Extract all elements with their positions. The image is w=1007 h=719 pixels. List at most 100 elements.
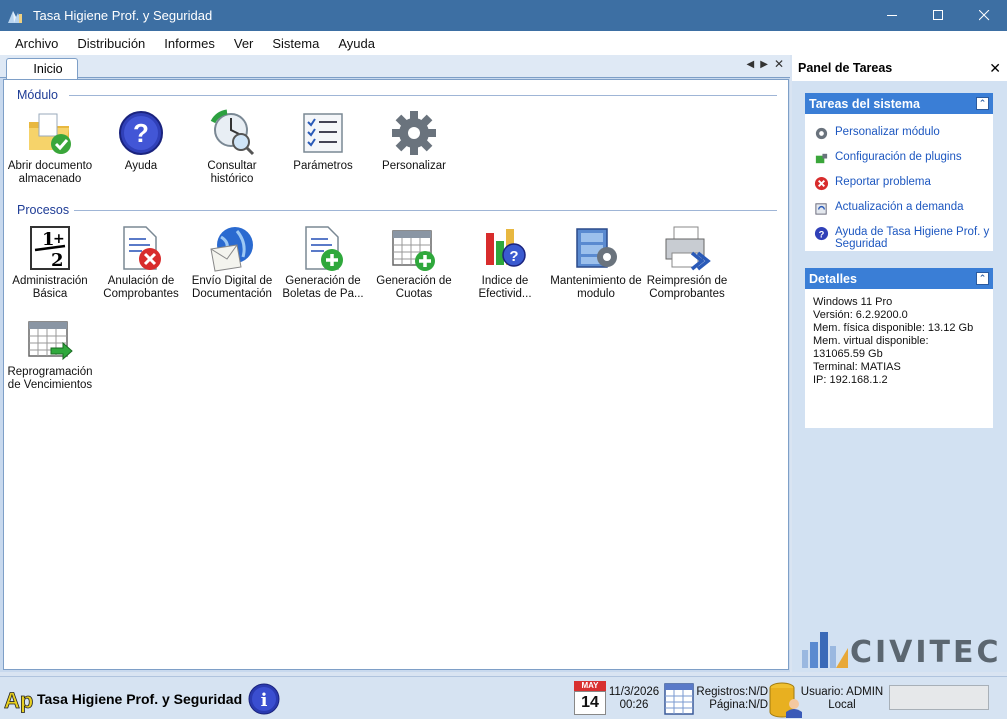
module-item-ayuda[interactable]: ? Ayuda	[95, 108, 187, 173]
close-icon	[978, 10, 989, 21]
status-date: 11/3/2026	[608, 686, 660, 698]
section-procesos-header: Procesos	[17, 203, 70, 217]
api-logo-icon: Api	[4, 688, 34, 714]
calendar-icon: MAY 14	[574, 681, 606, 715]
process-item-generacion-cuotas[interactable]: Generación de Cuotas	[368, 223, 460, 301]
collapse-icon[interactable]: ⌃	[976, 97, 989, 110]
civitec-logo-text: CIVITEC	[850, 635, 1002, 670]
system-tasks-group: Tareas del sistema ⌃ Personalizar módulo…	[805, 93, 993, 251]
task-reportar-problema[interactable]: Reportar problema	[805, 176, 993, 191]
calendar-day: 14	[574, 691, 606, 715]
menu-ayuda[interactable]: Ayuda	[328, 36, 384, 51]
tab-prev-icon[interactable]: ◀	[747, 59, 755, 71]
minimize-button[interactable]	[869, 0, 915, 31]
tab-close-icon[interactable]: ✕	[774, 57, 784, 71]
process-item-generacion-boletas[interactable]: Generación de Boletas de Pa...	[277, 223, 369, 301]
svg-text:+: +	[53, 231, 65, 247]
section-modulo-header: Módulo	[17, 88, 58, 102]
module-item-consultar-historico[interactable]: Consultar histórico	[186, 108, 278, 186]
detail-line: Windows 11 Pro	[813, 296, 893, 308]
collapse-icon[interactable]: ⌃	[976, 272, 989, 285]
calendar-month: MAY	[574, 681, 606, 691]
task-label: Reportar problema	[835, 176, 931, 188]
status-pagina: Página:N/D	[709, 699, 768, 711]
process-item-label: Generación de Cuotas	[376, 275, 452, 300]
status-bar: Api Tasa Higiene Prof. y Seguridad i MAY…	[0, 676, 1007, 719]
process-item-label: Indice de Efectivid...	[478, 275, 532, 300]
system-tasks-title: Tareas del sistema	[809, 96, 920, 111]
system-tasks-header[interactable]: Tareas del sistema ⌃	[805, 93, 993, 114]
detail-line: Mem. virtual disponible:	[813, 335, 929, 347]
task-label: Actualización a demanda	[835, 201, 964, 213]
process-item-reimpresion-comprobantes[interactable]: Reimpresión de Comprobantes	[641, 223, 733, 301]
title-bar: Tasa Higiene Prof. y Seguridad	[0, 0, 1007, 31]
status-user: Usuario: ADMIN Local	[800, 686, 884, 712]
process-item-envio-digital[interactable]: Envío Digital de Documentación	[186, 223, 278, 301]
details-body: Windows 11 Pro Versión: 6.2.9200.0 Mem. …	[805, 289, 993, 394]
close-button[interactable]	[961, 0, 1007, 31]
menu-informes[interactable]: Informes	[154, 36, 224, 51]
process-item-label: Reprogramación de Vencimientos	[7, 366, 93, 391]
svg-text:?: ?	[509, 248, 518, 265]
detail-line: Mem. física disponible: 13.12 Gb	[813, 322, 974, 334]
task-ayuda-tasa[interactable]: ? Ayuda de Tasa Higiene Prof. y Segurida…	[805, 226, 993, 250]
details-group: Detalles ⌃ Windows 11 Pro Versión: 6.2.9…	[805, 268, 993, 428]
process-item-reprogramacion-vencimientos[interactable]: Reprogramación de Vencimientos	[4, 314, 96, 392]
tab-inicio[interactable]: Inicio	[6, 58, 78, 79]
tab-strip: Inicio ◀ ▶ ✕	[0, 55, 790, 79]
status-datetime: 11/3/2026 00:26	[606, 686, 662, 712]
svg-text:?: ?	[819, 229, 825, 239]
module-item-parametros[interactable]: Parámetros	[277, 108, 369, 173]
task-personalizar-modulo[interactable]: Personalizar módulo	[805, 126, 993, 141]
document-cancel-icon	[123, 226, 161, 270]
close-panel-icon[interactable]: ✕	[989, 60, 1001, 77]
process-item-indice-efectividad[interactable]: ? Indice de Efectivid...	[459, 223, 551, 301]
gear-icon	[815, 127, 828, 140]
info-icon[interactable]: i	[248, 683, 280, 715]
status-time: 00:26	[619, 699, 649, 711]
process-item-label: Administración Básica	[12, 275, 88, 300]
numbers-icon: 1 + 2	[30, 226, 70, 271]
details-title: Detalles	[809, 271, 857, 286]
civitec-logo-icon	[802, 632, 848, 668]
process-item-anulacion-comprobantes[interactable]: Anulación de Comprobantes	[95, 223, 187, 301]
task-actualizacion-demanda[interactable]: Actualización a demanda	[805, 201, 993, 216]
status-location: Local	[828, 699, 856, 711]
detail-line: Terminal: MATIAS	[813, 361, 901, 373]
calendar-add-icon	[392, 230, 435, 271]
menu-archivo[interactable]: Archivo	[0, 36, 67, 51]
maximize-button[interactable]	[915, 0, 961, 31]
help-icon: ?	[119, 111, 163, 155]
process-item-mantenimiento-modulo[interactable]: Mantenimiento de modulo	[550, 223, 642, 301]
task-label: Ayuda de Tasa Higiene Prof. y Seguridad	[835, 226, 990, 250]
cabinet-gear-icon	[576, 228, 617, 268]
email-globe-icon	[210, 227, 253, 272]
database-user-icon	[769, 682, 802, 718]
process-item-label: Mantenimiento de modulo	[550, 275, 642, 300]
details-header[interactable]: Detalles ⌃	[805, 268, 993, 289]
svg-text:Api: Api	[4, 688, 34, 713]
module-item-label: Parámetros	[293, 160, 353, 172]
module-item-label: Consultar histórico	[207, 160, 257, 185]
svg-text:?: ?	[133, 118, 149, 148]
task-configuracion-plugins[interactable]: Configuración de plugins	[805, 151, 993, 166]
menu-distribucion[interactable]: Distribución	[67, 36, 154, 51]
module-item-abrir-documento[interactable]: Abrir documento almacenado	[4, 108, 96, 186]
minimize-icon	[886, 15, 897, 16]
folder-check-icon	[29, 113, 71, 154]
process-item-label: Anulación de Comprobantes	[103, 275, 179, 300]
process-item-label: Envío Digital de Documentación	[191, 275, 273, 300]
tab-next-icon[interactable]: ▶	[760, 59, 768, 71]
app-icon	[8, 10, 22, 23]
detail-line: Versión: 6.2.9200.0	[813, 309, 908, 321]
menu-ver[interactable]: Ver	[224, 36, 263, 51]
status-app: Api Tasa Higiene Prof. y Seguridad i	[4, 683, 280, 715]
history-icon	[210, 109, 255, 156]
menu-sistema[interactable]: Sistema	[262, 36, 328, 51]
process-item-administracion-basica[interactable]: 1 + 2 Administración Básica	[4, 223, 96, 301]
error-icon	[814, 176, 829, 191]
chart-help-icon: ?	[486, 229, 526, 267]
document-add-icon	[305, 226, 343, 271]
module-item-personalizar[interactable]: Personalizar	[368, 108, 460, 173]
window-title: Tasa Higiene Prof. y Seguridad	[33, 8, 213, 23]
